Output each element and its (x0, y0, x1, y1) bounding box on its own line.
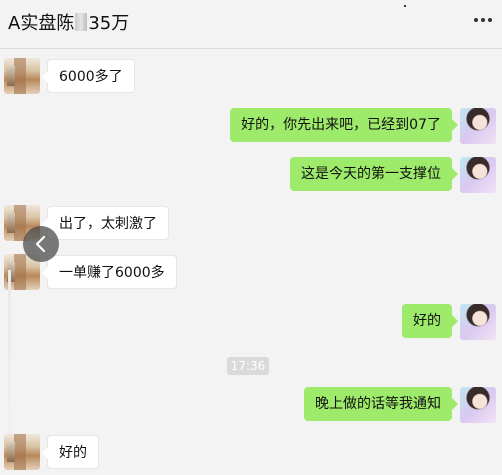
sent-message-bubble[interactable]: 好的，你先出来吧，已经到07了 (230, 108, 458, 142)
sent-message-bubble[interactable]: 晚上做的话等我通知 (304, 387, 458, 421)
more-horizontal-icon[interactable] (474, 18, 492, 22)
chat-title: A实盘陈 35万 (8, 13, 129, 35)
sent-message-bubble[interactable]: 这是今天的第一支撑位 (290, 157, 458, 191)
header-dot (404, 5, 406, 7)
contact-avatar[interactable] (4, 58, 40, 94)
received-message-bubble[interactable]: 好的 (42, 435, 99, 469)
user-avatar[interactable] (460, 108, 496, 144)
user-avatar[interactable] (460, 387, 496, 423)
user-avatar[interactable] (460, 304, 496, 340)
chat-title-suffix: 35万 (88, 13, 130, 34)
received-message-bubble[interactable]: 6000多了 (42, 59, 135, 93)
back-button[interactable] (23, 226, 59, 262)
sent-message-bubble[interactable]: 好的 (402, 304, 458, 338)
chat-header: A实盘陈 35万 (0, 0, 502, 49)
contact-avatar[interactable] (4, 434, 40, 470)
received-message-bubble[interactable]: 一单赚了6000多 (42, 255, 177, 289)
received-message-bubble[interactable]: 出了，太刺激了 (42, 206, 169, 240)
chevron-left-icon (35, 235, 46, 253)
blurred-name-region (75, 13, 88, 31)
timestamp: 17:36 (227, 357, 269, 375)
chat-title-prefix: A实盘陈 (8, 13, 75, 34)
user-avatar[interactable] (460, 157, 496, 193)
